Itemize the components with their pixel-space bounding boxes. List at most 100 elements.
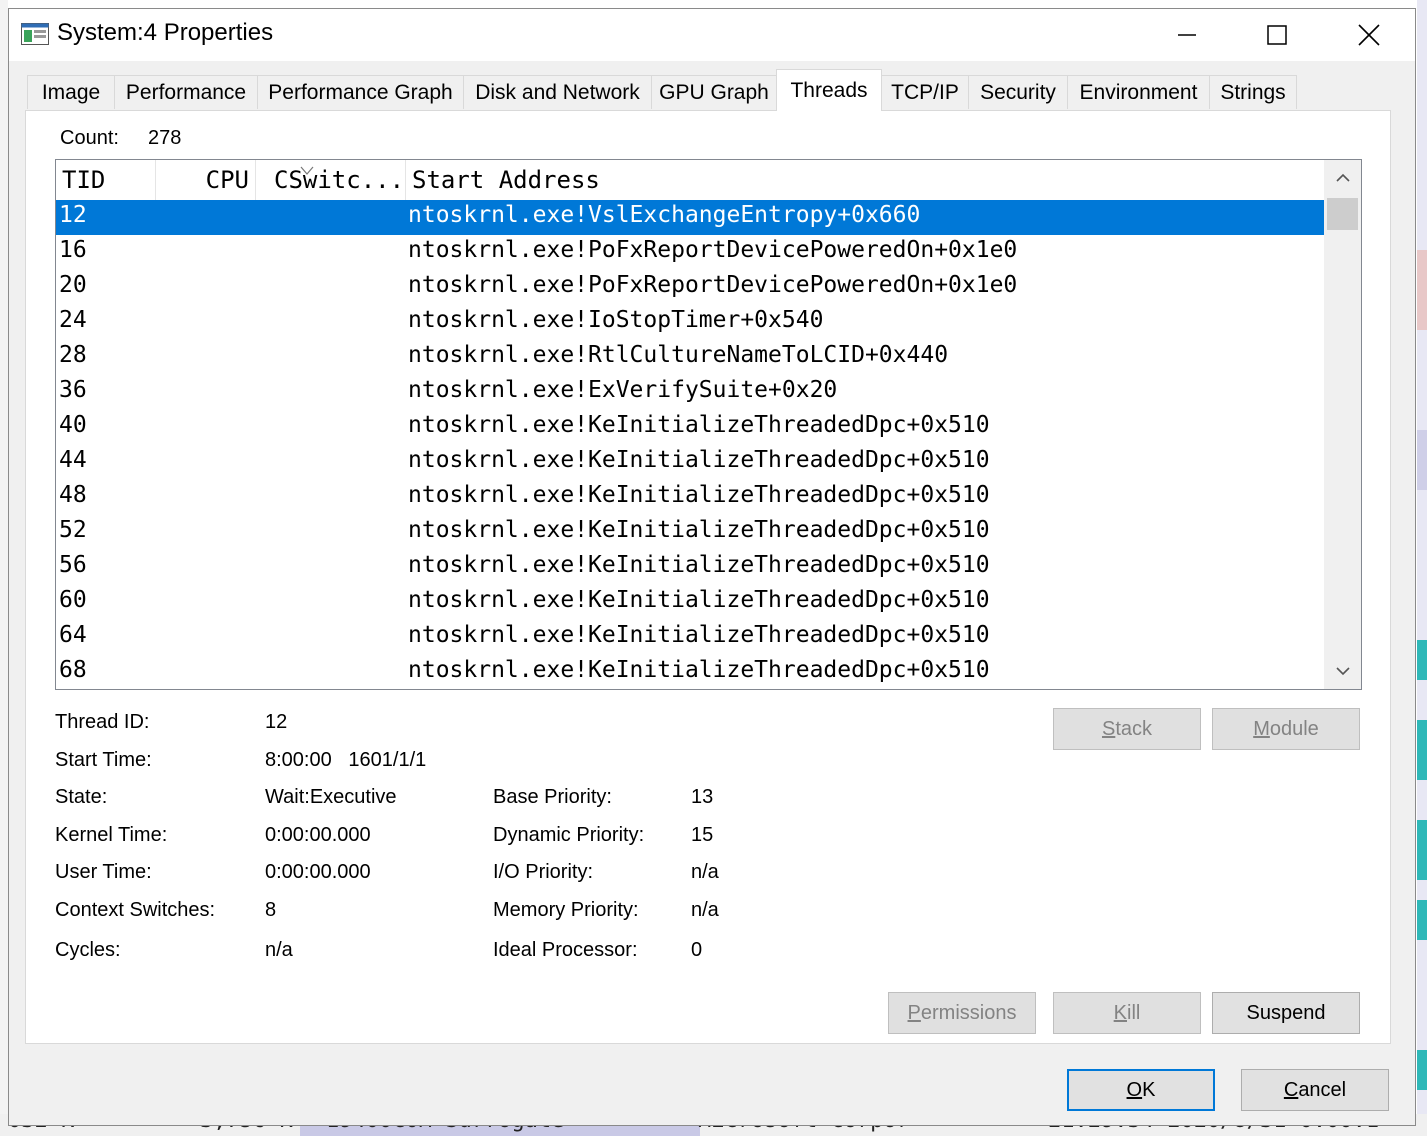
window-properties-icon: [21, 23, 49, 45]
start-address-cell: ntoskrnl.exe!ExVerifySuite+0x20: [408, 377, 838, 403]
module-button-mnemonic: M: [1253, 717, 1270, 740]
table-row[interactable]: 36 ntoskrnl.exe!ExVerifySuite+0x20: [56, 375, 1324, 410]
minimize-button[interactable]: [1141, 9, 1233, 61]
dynamic-priority-label: Dynamic Priority:: [493, 824, 645, 846]
tid-cell: 12: [59, 202, 87, 228]
window-title: System:4 Properties: [57, 19, 274, 46]
chevron-down-icon: [1335, 667, 1350, 676]
ok-button[interactable]: OK: [1067, 1069, 1215, 1111]
tab-image[interactable]: Image: [27, 75, 115, 109]
kill-button[interactable]: Kill: [1053, 992, 1201, 1034]
table-row[interactable]: 60 ntoskrnl.exe!KeInitializeThreadedDpc+0…: [56, 585, 1324, 620]
close-icon: [1358, 24, 1380, 46]
base-priority-value: 13: [691, 786, 714, 808]
table-row[interactable]: 16 ntoskrnl.exe!PoFxReportDevicePoweredOn…: [56, 235, 1324, 270]
tab-tcp-ip[interactable]: TCP/IP: [881, 75, 969, 109]
tid-cell: 64: [59, 622, 87, 648]
start-address-cell: ntoskrnl.exe!KeInitializeThreadedDpc+0x5…: [408, 552, 990, 578]
column-header-start-address[interactable]: Start Address: [406, 160, 1324, 200]
table-row[interactable]: 44 ntoskrnl.exe!KeInitializeThreadedDpc+0…: [56, 445, 1324, 480]
tid-cell: 28: [59, 342, 87, 368]
tid-cell: 24: [59, 307, 87, 333]
tab-threads[interactable]: Threads: [776, 69, 882, 111]
io-priority-value: n/a: [691, 861, 719, 883]
table-row[interactable]: 28 ntoskrnl.exe!RtlCultureNameToLCID+0x44…: [56, 340, 1324, 375]
column-header-cpu-label: CPU: [205, 166, 249, 194]
table-row[interactable]: 24 ntoskrnl.exe!IoStopTimer+0x540: [56, 305, 1324, 340]
start-address-cell: ntoskrnl.exe!IoStopTimer+0x540: [408, 307, 824, 333]
table-row[interactable]: 68 ntoskrnl.exe!KeInitializeThreadedDpc+0…: [56, 655, 1324, 689]
base-priority-label: Base Priority:: [493, 786, 612, 808]
vertical-scrollbar[interactable]: [1324, 160, 1361, 689]
table-row[interactable]: 48 ntoskrnl.exe!KeInitializeThreadedDpc+0…: [56, 480, 1324, 515]
permissions-button-label: ermissions: [920, 1001, 1017, 1024]
table-row[interactable]: 40 ntoskrnl.exe!KeInitializeThreadedDpc+0…: [56, 410, 1324, 445]
maximize-button[interactable]: [1231, 9, 1323, 61]
scroll-thumb[interactable]: [1327, 198, 1358, 230]
table-row[interactable]: 52 ntoskrnl.exe!KeInitializeThreadedDpc+0…: [56, 515, 1324, 550]
cycles-label: Cycles:: [55, 939, 121, 961]
tid-cell: 56: [59, 552, 87, 578]
title-bar[interactable]: System:4 Properties: [9, 9, 1415, 61]
scroll-down-button[interactable]: [1324, 653, 1361, 689]
cancel-button-label: ancel: [1298, 1078, 1347, 1101]
tab-gpu-graph[interactable]: GPU Graph: [651, 75, 777, 109]
threads-list[interactable]: TID CPU CSwitc... Start Address 12 ntoskr…: [55, 159, 1362, 690]
column-header-tid[interactable]: TID: [56, 160, 156, 200]
scroll-up-button[interactable]: [1324, 160, 1361, 196]
module-button[interactable]: Module: [1212, 708, 1360, 750]
tab-performance[interactable]: Performance: [114, 75, 258, 109]
kill-button-label: ill: [1127, 1001, 1141, 1024]
column-header-cswitch[interactable]: CSwitc...: [256, 160, 406, 200]
cancel-button-mnemonic: C: [1283, 1078, 1299, 1101]
ok-button-label: K: [1142, 1078, 1156, 1101]
kernel-time-value: 0:00:00.000: [265, 824, 371, 846]
permissions-button-mnemonic: P: [907, 1001, 921, 1024]
suspend-button[interactable]: Suspend: [1212, 992, 1360, 1034]
tid-cell: 16: [59, 237, 87, 263]
table-row[interactable]: 12 ntoskrnl.exe!VslExchangeEntropy+0x660: [56, 200, 1324, 235]
column-header-cpu[interactable]: CPU: [156, 160, 314, 200]
cancel-button[interactable]: Cancel: [1241, 1069, 1389, 1111]
user-time-label: User Time:: [55, 861, 152, 883]
start-address-cell: ntoskrnl.exe!PoFxReportDevicePoweredOn+0…: [408, 272, 1018, 298]
dynamic-priority-value: 15: [691, 824, 714, 846]
module-button-label: odule: [1269, 717, 1319, 740]
start-time-label: Start Time:: [55, 749, 152, 771]
permissions-button[interactable]: Permissions: [888, 992, 1036, 1034]
ideal-processor-value: 0: [691, 939, 703, 961]
start-address-cell: ntoskrnl.exe!RtlCultureNameToLCID+0x440: [408, 342, 949, 368]
start-address-cell: ntoskrnl.exe!KeInitializeThreadedDpc+0x5…: [408, 622, 990, 648]
start-address-cell: ntoskrnl.exe!KeInitializeThreadedDpc+0x5…: [408, 482, 990, 508]
tab-strings[interactable]: Strings: [1209, 75, 1297, 109]
memory-priority-label: Memory Priority:: [493, 899, 639, 921]
table-row[interactable]: 20 ntoskrnl.exe!PoFxReportDevicePoweredOn…: [56, 270, 1324, 305]
start-address-cell: ntoskrnl.exe!PoFxReportDevicePoweredOn+0…: [408, 237, 1018, 263]
state-value: Wait:Executive: [265, 786, 397, 808]
io-priority-label: I/O Priority:: [493, 861, 594, 883]
maximize-icon: [1267, 25, 1287, 45]
tab-disk-and-network[interactable]: Disk and Network: [463, 75, 652, 109]
tid-cell: 68: [59, 657, 87, 683]
list-header: TID CPU CSwitc... Start Address: [56, 160, 1324, 200]
ideal-processor-label: Ideal Processor:: [493, 939, 638, 961]
state-label: State:: [55, 786, 108, 808]
context-switches-value: 8: [265, 899, 277, 921]
properties-dialog: System:4 Properties Image Performance Pe…: [8, 8, 1416, 1126]
stack-button-mnemonic: S: [1101, 717, 1116, 740]
user-time-value: 0:00:00.000: [265, 861, 371, 883]
tab-performance-graph[interactable]: Performance Graph: [257, 75, 464, 109]
start-address-cell: ntoskrnl.exe!KeInitializeThreadedDpc+0x5…: [408, 657, 990, 683]
table-row[interactable]: 64 ntoskrnl.exe!KeInitializeThreadedDpc+0…: [56, 620, 1324, 655]
table-row[interactable]: 56 ntoskrnl.exe!KeInitializeThreadedDpc+0…: [56, 550, 1324, 585]
list-rows: 12 ntoskrnl.exe!VslExchangeEntropy+0x660 …: [56, 200, 1324, 689]
stack-button[interactable]: Stack: [1053, 708, 1201, 750]
close-button[interactable]: [1323, 9, 1415, 61]
tab-environment[interactable]: Environment: [1067, 75, 1210, 109]
start-address-cell: ntoskrnl.exe!VslExchangeEntropy+0x660: [408, 202, 921, 228]
memory-priority-value: n/a: [691, 899, 719, 921]
tid-cell: 52: [59, 517, 87, 543]
context-switches-label: Context Switches:: [55, 899, 216, 921]
background-window-left-edge: [0, 0, 8, 1136]
tab-security[interactable]: Security: [968, 75, 1068, 109]
